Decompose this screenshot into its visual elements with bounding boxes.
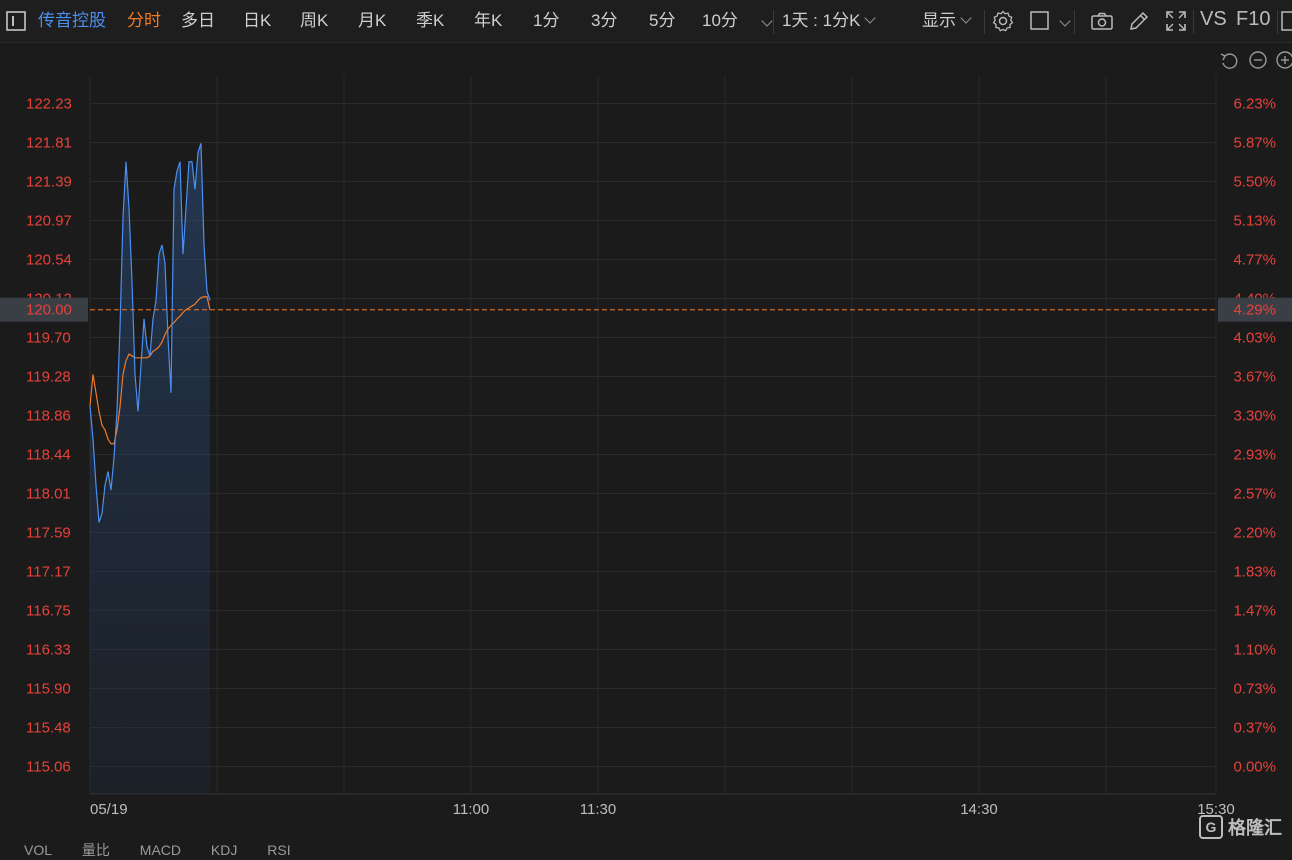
logo-icon: G xyxy=(1199,815,1223,839)
right-tick-label: 1.10% xyxy=(1233,642,1276,659)
tab-10min[interactable]: 10分 xyxy=(702,10,738,32)
divider xyxy=(1193,10,1194,34)
right-tick-label: 2.93% xyxy=(1233,447,1276,464)
tab-vol[interactable]: VOL xyxy=(24,842,52,858)
camera-icon[interactable] xyxy=(1090,9,1114,33)
chart-mode-icon[interactable] xyxy=(4,9,28,33)
divider xyxy=(984,10,985,34)
left-tick-label: 121.39 xyxy=(26,174,72,191)
zoom-controls xyxy=(1220,51,1292,69)
time-axis: 05/19 11:00 11:30 14:30 15:30 xyxy=(90,801,1235,818)
right-tick-label: 4.77% xyxy=(1233,252,1276,269)
right-tick-label: 2.57% xyxy=(1233,486,1276,503)
right-tick-label: 5.50% xyxy=(1233,174,1276,191)
right-tick-label: 3.67% xyxy=(1233,369,1276,386)
left-tick-label: 120.54 xyxy=(26,252,72,269)
period-selector-label: 1天 : 1分K xyxy=(782,11,861,30)
tab-1min[interactable]: 1分 xyxy=(533,10,559,32)
left-price-axis: 122.23121.81121.39120.97120.54120.12119.… xyxy=(26,96,72,776)
left-tick-label: 118.44 xyxy=(26,447,71,464)
zoom-out-icon[interactable] xyxy=(1249,51,1267,69)
left-tick-label: 122.23 xyxy=(26,96,72,113)
left-tick-label: 116.75 xyxy=(26,603,71,620)
fullscreen-icon[interactable] xyxy=(1164,9,1188,33)
left-tick-label: 115.90 xyxy=(26,681,71,698)
divider xyxy=(773,10,774,34)
right-tick-label: 6.23% xyxy=(1233,96,1276,113)
series-layer xyxy=(89,143,211,795)
right-tick-label: 0.73% xyxy=(1233,681,1276,698)
tab-volume-ratio[interactable]: 量比 xyxy=(82,842,110,858)
stock-name[interactable]: 传音控股 xyxy=(38,10,106,32)
intraday-chart: 122.23121.81121.39120.97120.54120.12119.… xyxy=(0,51,1292,818)
right-tick-label: 1.83% xyxy=(1233,564,1276,581)
right-tick-label: 2.20% xyxy=(1233,525,1276,542)
current-price-label: 120.00 xyxy=(26,302,72,319)
right-percent-axis: 6.23%5.87%5.50%5.13%4.77%4.40%4.03%3.67%… xyxy=(1233,96,1276,776)
chevron-down-icon xyxy=(864,12,877,24)
tab-daily-k[interactable]: 日K xyxy=(243,10,271,32)
current-change-label: 4.29% xyxy=(1233,302,1276,319)
tab-yearly-k[interactable]: 年K xyxy=(474,10,502,32)
more-periods-chevron-icon[interactable] xyxy=(761,15,773,27)
tab-quarterly-k[interactable]: 季K xyxy=(416,10,444,32)
zoom-in-icon[interactable] xyxy=(1276,51,1292,69)
tab-weekly-k[interactable]: 周K xyxy=(300,10,328,32)
left-tick-label: 117.17 xyxy=(26,564,71,581)
left-tick-label: 117.59 xyxy=(26,525,71,542)
x-tick-label: 11:30 xyxy=(580,801,616,818)
tab-macd[interactable]: MACD xyxy=(140,842,181,858)
divider xyxy=(1074,10,1075,34)
indicator-box-icon[interactable] xyxy=(1029,9,1053,33)
right-tick-label: 0.00% xyxy=(1233,759,1276,776)
left-tick-label: 120.97 xyxy=(26,213,72,230)
watermark-text: 格隆汇 xyxy=(1228,818,1282,838)
tab-3min[interactable]: 3分 xyxy=(591,10,617,32)
chart-toolbar: 传音控股 分时 多日 日K 周K 月K 季K 年K 1分 3分 5分 10分 1… xyxy=(0,0,1292,43)
left-tick-label: 118.01 xyxy=(26,486,71,503)
left-tick-label: 115.48 xyxy=(26,720,71,737)
tab-intraday[interactable]: 分时 xyxy=(127,10,161,32)
divider xyxy=(1277,10,1278,34)
gear-icon[interactable] xyxy=(991,9,1015,33)
right-tick-label: 3.30% xyxy=(1233,408,1276,425)
x-tick-label: 05/19 xyxy=(90,801,128,818)
right-tick-label: 5.87% xyxy=(1233,135,1276,152)
indicator-tabs: VOL 量比 MACD KDJ RSI xyxy=(24,840,317,860)
period-selector[interactable]: 1天 : 1分K xyxy=(782,10,877,32)
display-label: 显示 xyxy=(922,11,956,30)
f10-button[interactable]: F10 xyxy=(1236,8,1270,30)
chevron-down-icon xyxy=(960,12,972,24)
chart-grid xyxy=(89,76,1217,795)
tab-kdj[interactable]: KDJ xyxy=(211,842,237,858)
left-tick-label: 118.86 xyxy=(26,408,71,425)
left-tick-label: 119.28 xyxy=(26,369,71,386)
x-tick-label: 11:00 xyxy=(453,801,489,818)
right-tick-label: 0.37% xyxy=(1233,720,1276,737)
left-tick-label: 116.33 xyxy=(26,642,71,659)
left-tick-label: 115.06 xyxy=(26,759,71,776)
right-tick-label: 1.47% xyxy=(1233,603,1276,620)
chevron-down-icon[interactable] xyxy=(1059,15,1071,27)
tab-5min[interactable]: 5分 xyxy=(649,10,675,32)
tab-rsi[interactable]: RSI xyxy=(267,842,290,858)
display-menu[interactable]: 显示 xyxy=(922,10,972,32)
tab-multi-day[interactable]: 多日 xyxy=(181,10,215,32)
pencil-icon[interactable] xyxy=(1127,9,1151,33)
right-tick-label: 5.13% xyxy=(1233,213,1276,230)
price-area xyxy=(90,143,210,795)
vs-compare-button[interactable]: VS xyxy=(1200,8,1227,30)
tab-monthly-k[interactable]: 月K xyxy=(358,10,386,32)
watermark-logo: G 格隆汇 xyxy=(1199,814,1282,840)
right-tick-label: 4.03% xyxy=(1233,330,1276,347)
x-tick-label: 14:30 xyxy=(960,801,998,818)
panel-icon[interactable] xyxy=(1281,9,1292,33)
reset-icon[interactable] xyxy=(1220,53,1238,69)
left-tick-label: 121.81 xyxy=(26,135,72,152)
left-tick-label: 119.70 xyxy=(26,330,71,347)
